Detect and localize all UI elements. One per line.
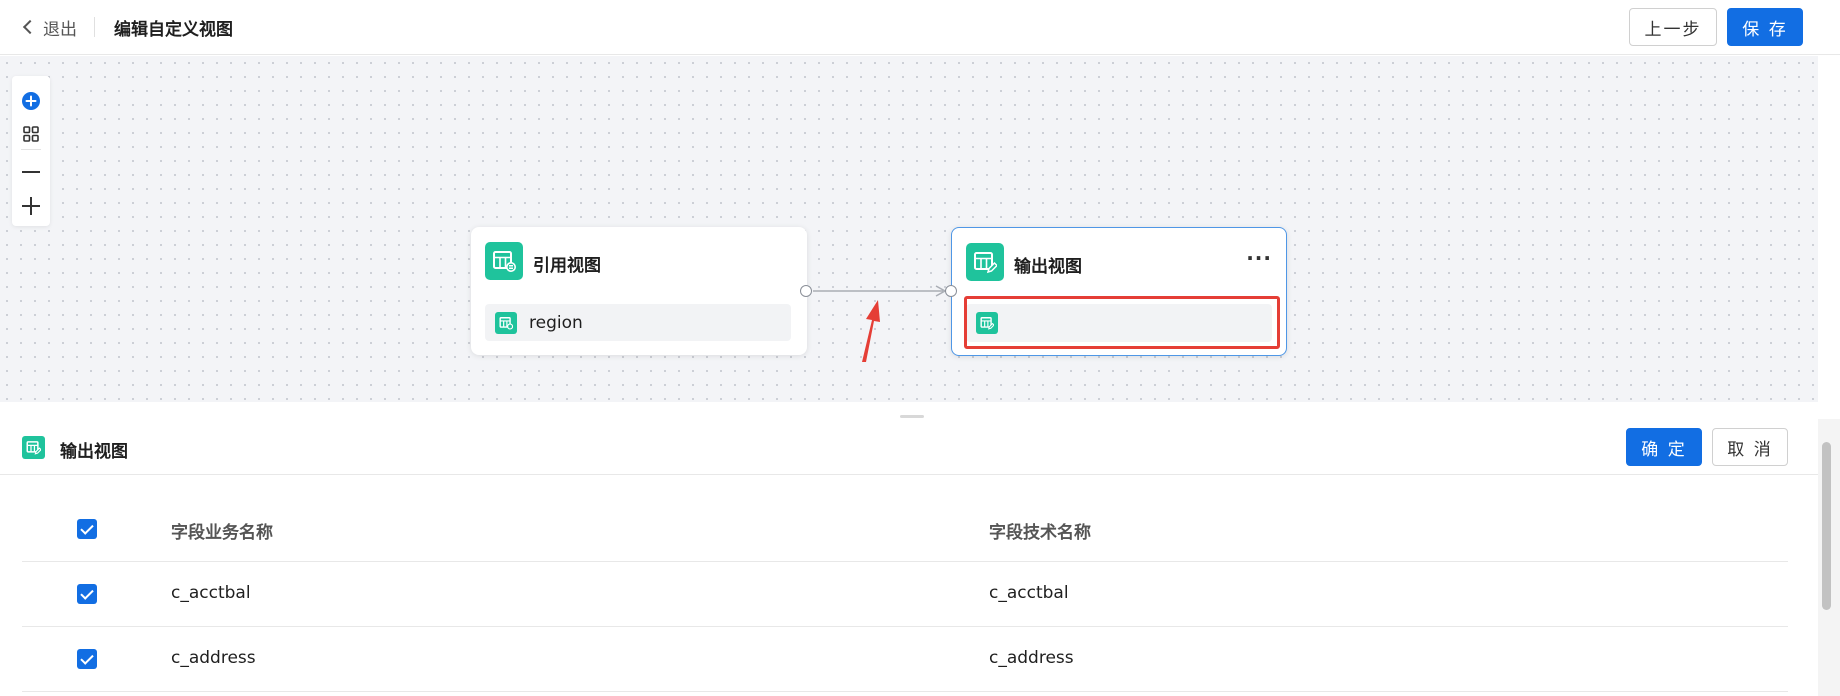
select-all-checkbox[interactable] (77, 519, 97, 539)
technical-name-cell: c_address (989, 648, 1074, 668)
node-output-row[interactable] (966, 304, 1272, 342)
table-header-row: 字段业务名称 字段技术名称 (22, 497, 1788, 562)
node-title: 输出视图 (1014, 257, 1082, 277)
row-checkbox[interactable] (77, 584, 97, 604)
table-view-icon (485, 242, 523, 280)
panel-scrollbar-thumb[interactable] (1822, 442, 1831, 610)
node-title: 引用视图 (533, 256, 601, 276)
reference-view-node[interactable]: 引用视图 region (471, 227, 807, 355)
table-row[interactable]: c_address c_address (22, 627, 1788, 692)
technical-name-cell: c_acctbal (989, 583, 1069, 603)
row-checkbox[interactable] (77, 649, 97, 669)
business-name-cell: c_address (171, 648, 256, 668)
more-menu-icon[interactable]: ··· (1246, 246, 1272, 270)
table-row[interactable]: c_acctbal c_acctbal (22, 562, 1788, 627)
table-edit-icon (976, 312, 998, 334)
source-table-label: region (529, 313, 583, 333)
confirm-button[interactable]: 确 定 (1626, 428, 1702, 466)
panel-title: 输出视图 (60, 442, 128, 462)
cancel-button[interactable]: 取 消 (1712, 428, 1788, 466)
input-port[interactable] (945, 285, 957, 297)
annotation-arrow (862, 300, 880, 362)
table-edit-icon (22, 436, 45, 459)
output-view-node[interactable]: 输出视图 ··· (951, 227, 1287, 356)
table-view-icon (495, 312, 517, 334)
output-port[interactable] (800, 285, 812, 297)
node-source-row[interactable]: region (485, 304, 791, 341)
column-header-business-name: 字段业务名称 (171, 523, 273, 543)
splitter-handle[interactable] (900, 415, 924, 418)
business-name-cell: c_acctbal (171, 583, 251, 603)
panel-header (0, 419, 1818, 475)
column-header-technical-name: 字段技术名称 (989, 523, 1091, 543)
table-edit-icon (966, 243, 1004, 281)
